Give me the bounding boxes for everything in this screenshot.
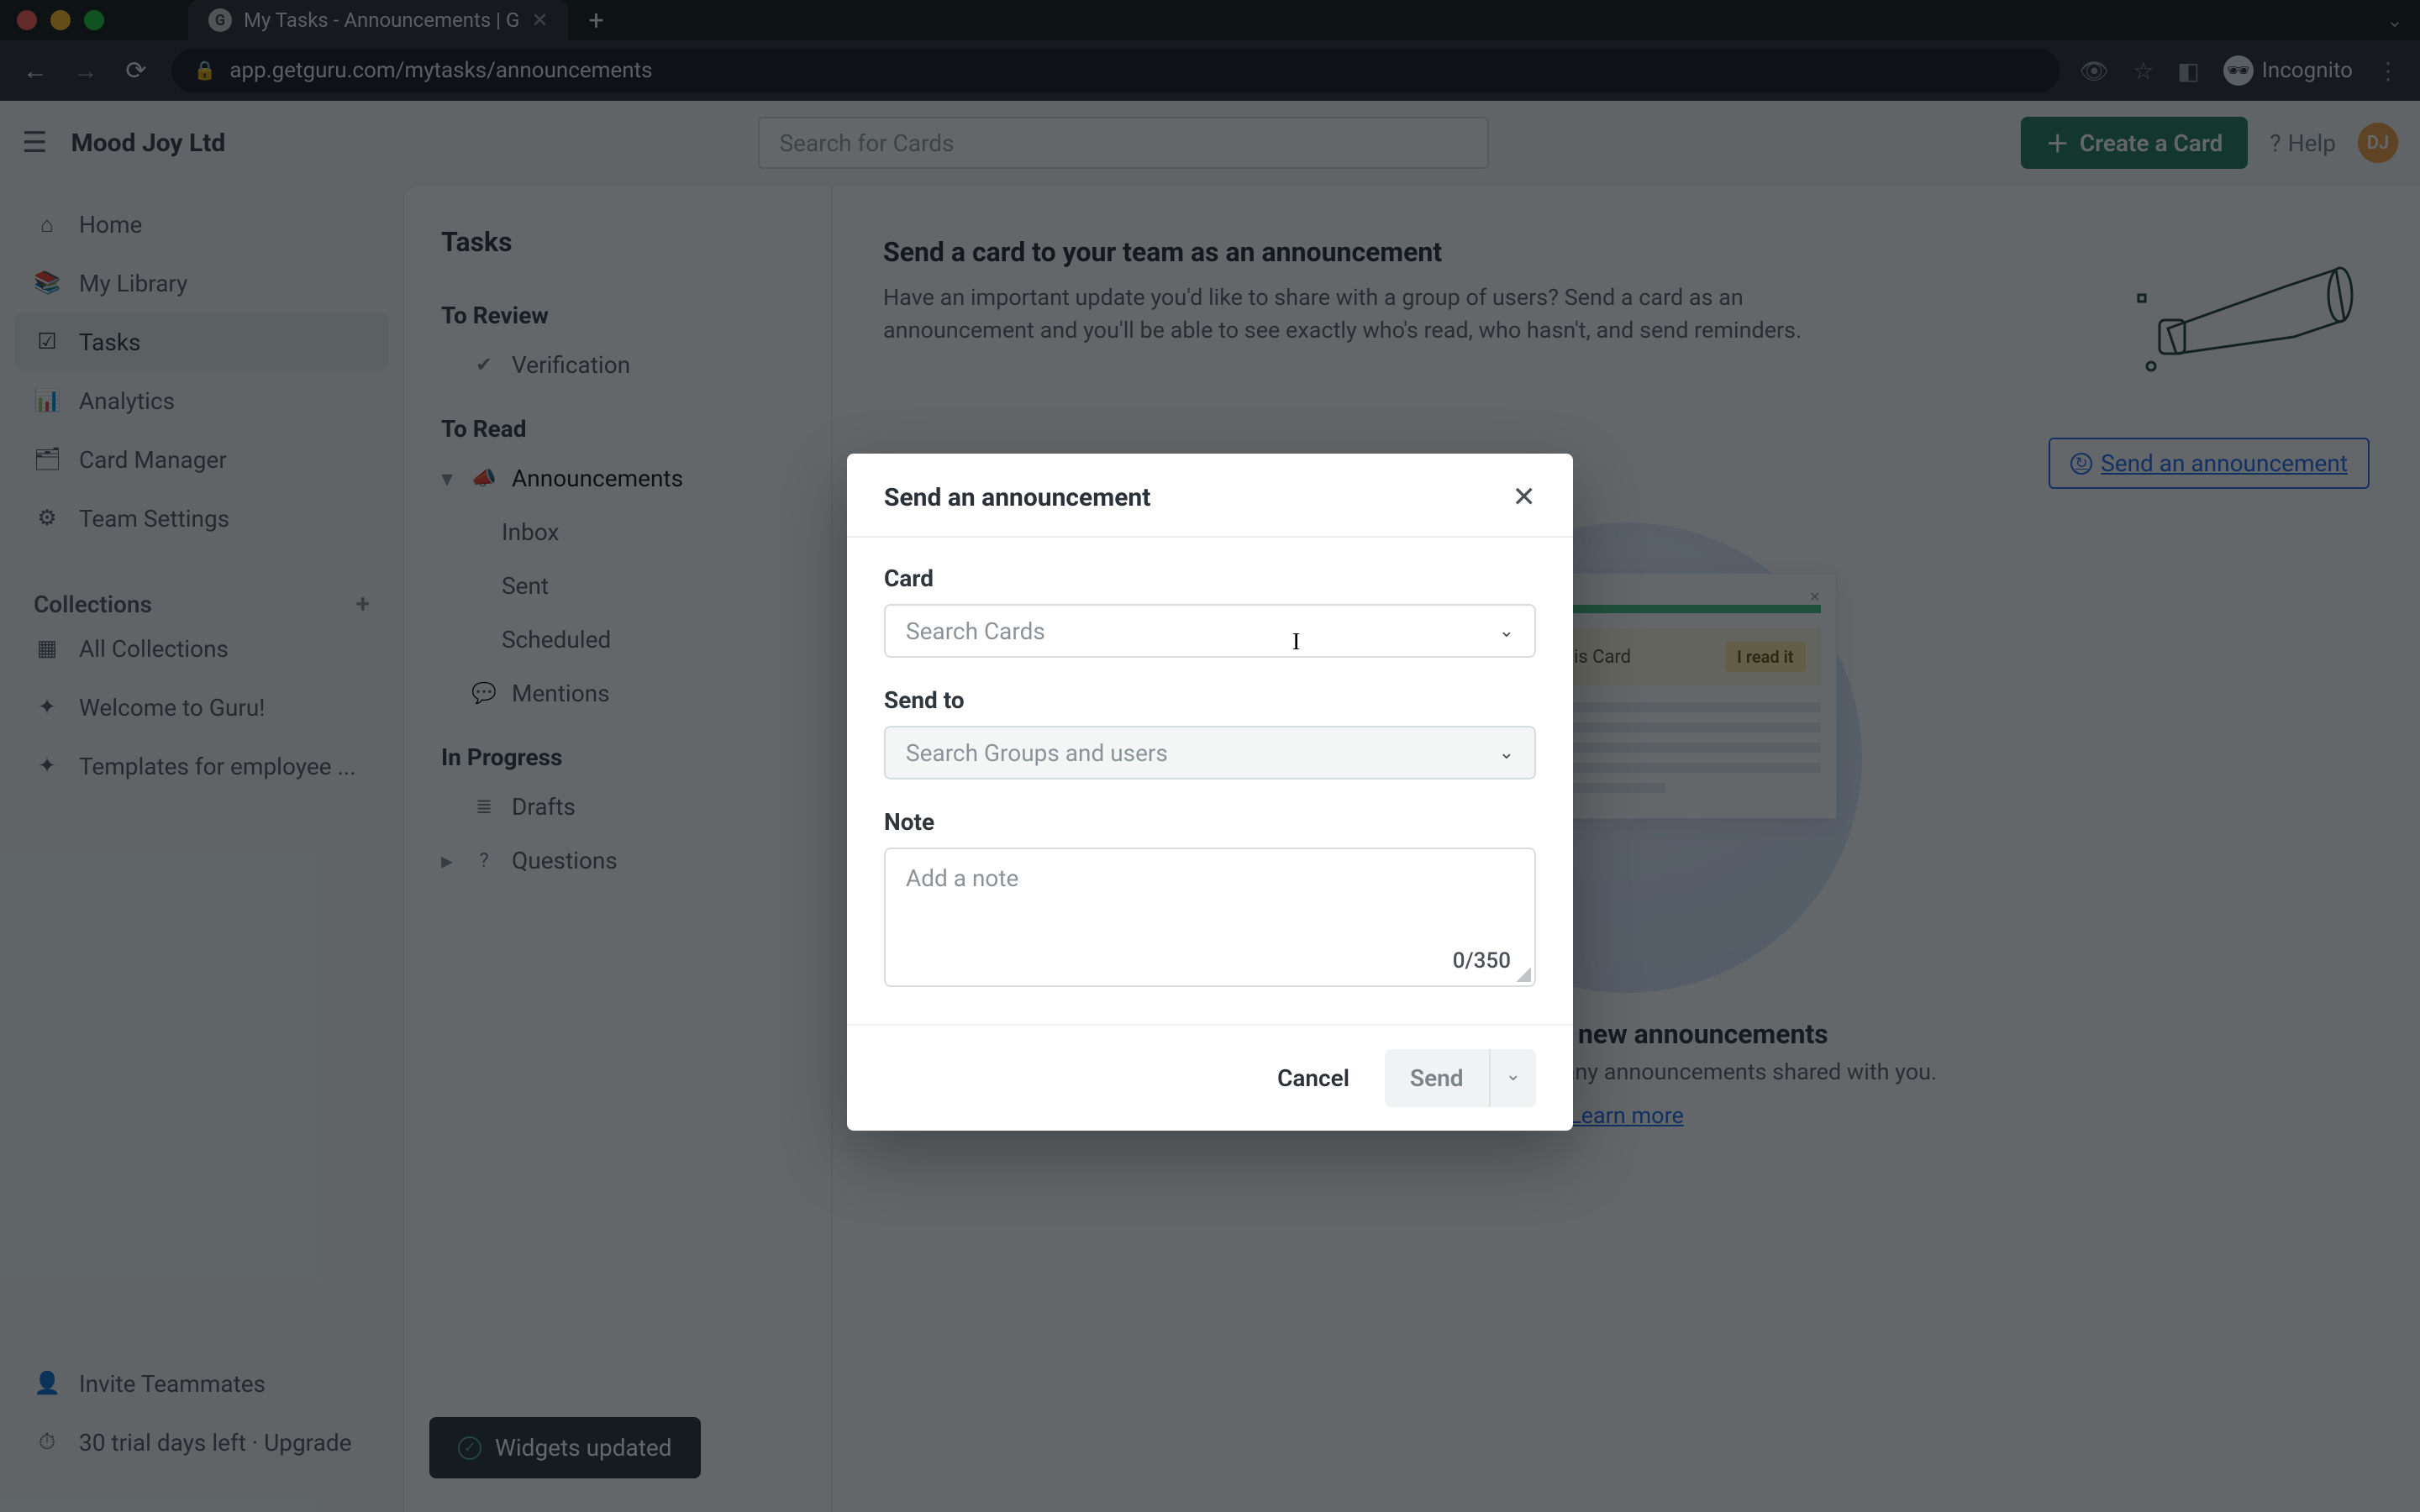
send-announcement-modal: Send an announcement ✕ Card Search Cards… [847, 454, 1573, 1131]
note-textarea[interactable]: Add a note 0/350 [884, 848, 1536, 987]
send-dropdown-button[interactable]: ⌄ [1489, 1049, 1536, 1107]
chevron-down-icon[interactable]: ⌄ [1499, 743, 1514, 764]
modal-title: Send an announcement [884, 483, 1150, 512]
close-icon[interactable]: ✕ [1512, 480, 1537, 514]
send-button[interactable]: Send [1385, 1049, 1489, 1107]
cancel-button[interactable]: Cancel [1264, 1049, 1363, 1107]
sendto-select[interactable]: Search Groups and users ⌄ [884, 726, 1536, 780]
resize-handle-icon[interactable] [1516, 967, 1531, 982]
card-select[interactable]: Search Cards I ⌄ [884, 604, 1536, 658]
sendto-placeholder: Search Groups and users [906, 739, 1168, 767]
card-placeholder: Search Cards [906, 617, 1045, 645]
char-count: 0/350 [1453, 948, 1511, 974]
sendto-label: Send to [884, 686, 1536, 714]
card-label: Card [884, 564, 1536, 592]
note-placeholder: Add a note [906, 864, 1018, 892]
text-cursor-icon: I [1292, 629, 1300, 656]
note-label: Note [884, 808, 1536, 836]
chevron-down-icon[interactable]: ⌄ [1499, 621, 1514, 642]
